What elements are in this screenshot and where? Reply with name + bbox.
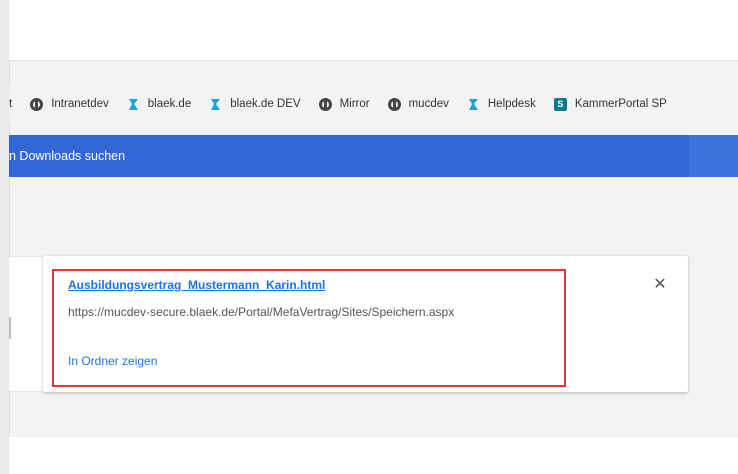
bookmark-item-blaek-dev[interactable]: blaek.de DEV [209, 98, 301, 111]
globe-icon [318, 97, 332, 111]
blaek-logo-icon [209, 98, 222, 111]
search-placeholder: n Downloads suchen [9, 149, 126, 163]
bookmark-item-kammerportal[interactable]: S KammerPortal SP [553, 97, 667, 111]
card-left-edge [9, 256, 43, 392]
bookmark-item-helpdesk[interactable]: Helpdesk [467, 98, 536, 111]
bookmark-label: blaek.de [147, 98, 192, 110]
bookmark-label: KammerPortal SP [574, 98, 667, 110]
download-filename-link[interactable]: Ausbildungsvertrag_Mustermann_Karin.html [68, 278, 325, 292]
bookmark-item-intranetdev[interactable]: Intranetdev [30, 97, 109, 111]
lower-page-area [9, 437, 738, 474]
bookmark-label: Helpdesk [487, 98, 536, 110]
bookmark-label: blaek.de DEV [230, 98, 301, 110]
bookmark-item-blaek[interactable]: blaek.de [127, 98, 191, 111]
bookmarks-bar: t Intranetdev blaek.de blaek.de DEV Mirr… [9, 86, 738, 122]
bookmark-item-mucdev[interactable]: mucdev [387, 97, 449, 111]
bookmark-label: Mirror [339, 98, 370, 110]
window-edge [0, 0, 10, 474]
bookmark-item-partial[interactable]: t [9, 98, 12, 110]
show-in-folder-link[interactable]: In Ordner zeigen [68, 354, 157, 368]
search-bar-extension [689, 135, 738, 177]
close-icon[interactable]: ✕ [650, 274, 670, 294]
bookmark-label: t [9, 98, 13, 110]
bookmark-item-mirror[interactable]: Mirror [318, 97, 370, 111]
browser-toolbar [9, 0, 738, 61]
sharepoint-icon: S [553, 97, 567, 111]
blaek-logo-icon [467, 98, 480, 111]
globe-icon [387, 97, 401, 111]
bookmark-label: mucdev [408, 98, 449, 110]
blaek-logo-icon [127, 98, 140, 111]
globe-icon [30, 97, 44, 111]
downloads-search-bar[interactable]: n Downloads suchen [9, 135, 689, 177]
download-item-card [43, 256, 688, 392]
bookmark-label: Intranetdev [51, 98, 109, 110]
download-source-url: https://mucdev-secure.blaek.de/Portal/Me… [68, 305, 455, 319]
